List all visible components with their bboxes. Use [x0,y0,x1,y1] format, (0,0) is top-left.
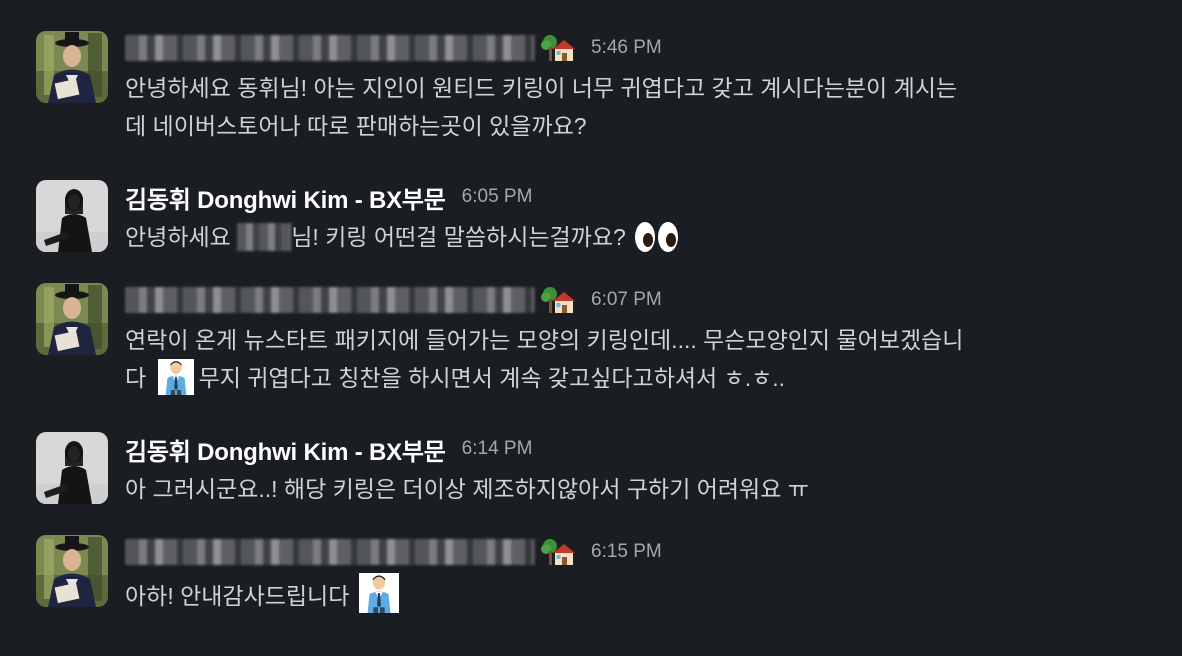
hanbok-man-avatar[interactable] [36,283,108,355]
message-header: 6:15 PM [125,535,1162,569]
timestamp[interactable]: 6:15 PM [591,541,662,563]
redacted-sender-name[interactable] [125,287,535,313]
text-segment: 님! 키링 어떤걸 말씀하시는걸까요? [291,224,626,250]
message-header: 6:07 PM [125,283,1162,317]
redacted-name [237,223,292,251]
message-line: 안녕하세요 동휘님! 아는 지인이 원티드 키링이 너무 귀엽다고 갖고 계시다… [125,75,958,101]
message-text: 아 그러시군요..! 해당 키링은 더이상 제조하지않아서 구하기 어려워요 ㅠ [125,476,809,502]
timestamp[interactable]: 6:05 PM [462,186,533,208]
dark-portrait-avatar[interactable] [36,432,108,504]
sender-name[interactable]: 김동휘 Donghwi Kim - BX부문 [125,180,446,215]
timestamp[interactable]: 6:07 PM [591,289,662,311]
text-segment: 안녕하세요 [125,224,238,250]
message-line: 데 네이버스토어나 따로 판매하는곳이 있을까요? [125,113,587,139]
dark-portrait-avatar[interactable] [36,180,108,252]
timestamp[interactable]: 6:14 PM [462,438,533,460]
message-text: 아하! 안내감사드립니다 [125,573,1162,624]
office-worker-icon [155,359,197,406]
message-text: 안녕하세요 님! 키링 어떤걸 말씀하시는걸까요? [125,218,1162,265]
house-with-tree-icon [541,33,575,63]
message-header: 5:46 PM [125,31,1162,65]
message-line: 다 무지 귀엽다고 칭찬을 하시면서 계속 갖고싶다고하셔서 ㅎ.ㅎ.. [125,359,1162,406]
message-text: 안녕하세요 동휘님! 아는 지인이 원티드 키링이 너무 귀엽다고 갖고 계시다… [125,69,1162,145]
timestamp[interactable]: 5:46 PM [591,37,662,59]
message-header: 김동휘 Donghwi Kim - BX부문 6:05 PM [125,180,1162,214]
message-header: 김동휘 Donghwi Kim - BX부문 6:14 PM [125,432,1162,466]
text-segment: 무지 귀엽다고 칭찬을 하시면서 계속 갖고싶다고하셔서 ㅎ.ㅎ.. [198,365,786,391]
hanbok-man-avatar[interactable] [36,31,108,103]
sender-name[interactable]: 김동휘 Donghwi Kim - BX부문 [125,432,446,467]
redacted-sender-name[interactable] [125,539,535,565]
office-worker-icon [358,573,400,624]
hanbok-man-avatar[interactable] [36,535,108,607]
redacted-sender-name[interactable] [125,35,535,61]
text-segment: 다 [125,365,153,391]
house-with-tree-icon [541,537,575,567]
message-feed: 5:46 PM 안녕하세요 동휘님! 아는 지인이 원티드 키링이 너무 귀엽다… [0,0,1182,656]
message-line: 연락이 온게 뉴스타트 패키지에 들어가는 모양의 키링인데.... 무슨모양인… [125,327,964,353]
eyes-icon [634,220,680,265]
text-segment: 아하! 안내감사드립니다 [125,583,356,609]
house-with-tree-icon [541,285,575,315]
message-text: 연락이 온게 뉴스타트 패키지에 들어가는 모양의 키링인데.... 무슨모양인… [125,321,1162,406]
